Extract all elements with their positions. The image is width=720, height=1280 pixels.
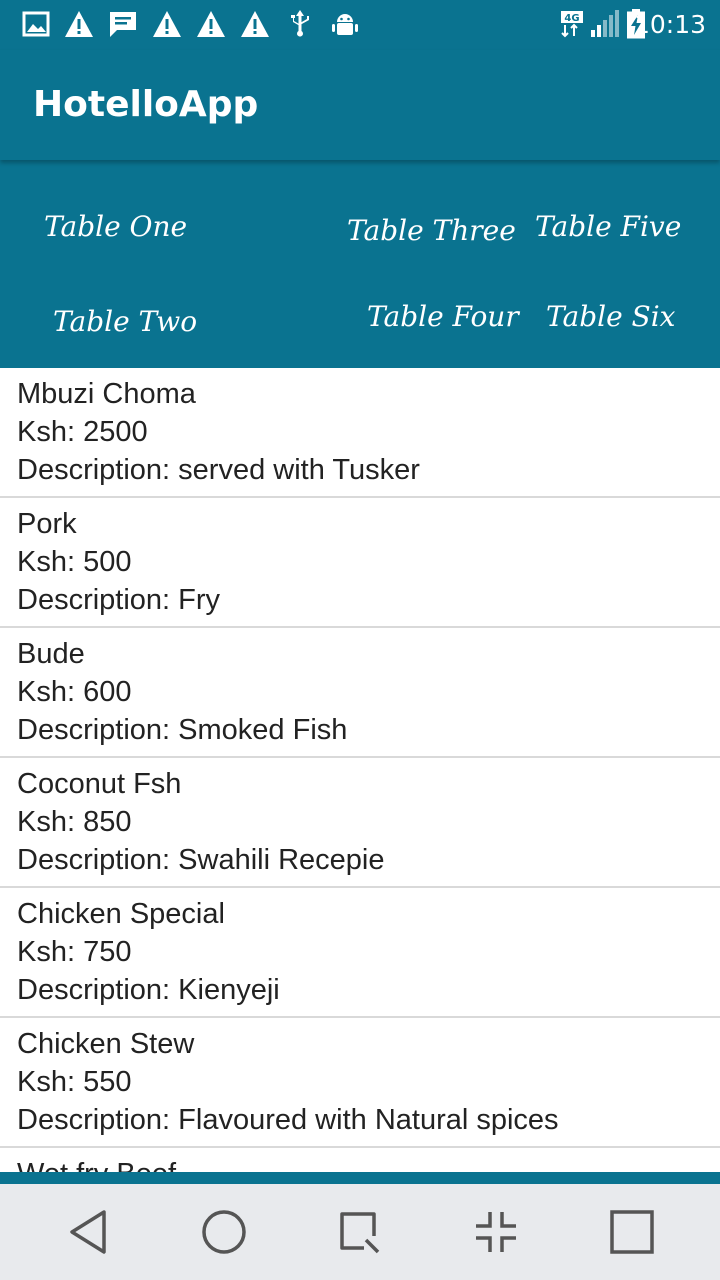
list-item[interactable]: Coconut Fsh Ksh: 850 Description: Swahil… bbox=[0, 758, 720, 888]
list-item[interactable]: Wet fry Beef bbox=[0, 1148, 720, 1172]
collapse-icon[interactable] bbox=[466, 1202, 526, 1262]
item-description: Description: Fry bbox=[17, 584, 221, 616]
image-icon bbox=[22, 10, 50, 38]
message-icon bbox=[108, 10, 138, 38]
item-price: Ksh: 850 bbox=[17, 806, 132, 838]
item-description: Description: Kienyeji bbox=[17, 974, 280, 1006]
table-selector: Table One Table Two Table Three Table Fo… bbox=[0, 160, 720, 368]
app-bar: HotelloApp bbox=[0, 50, 720, 160]
item-price: Ksh: 750 bbox=[17, 936, 132, 968]
item-description: Description: served with Tusker bbox=[17, 454, 420, 486]
list-item[interactable]: Pork Ksh: 500 Description: Fry bbox=[0, 498, 720, 628]
warning-icon bbox=[196, 10, 226, 38]
table-six-button[interactable]: Table Six bbox=[546, 300, 675, 333]
navigation-bar bbox=[0, 1184, 720, 1280]
table-three-button[interactable]: Table Three bbox=[347, 214, 516, 247]
signal-icon bbox=[590, 10, 620, 38]
warning-icon bbox=[64, 10, 94, 38]
home-icon[interactable] bbox=[194, 1202, 254, 1262]
network-4g-icon: 4G bbox=[560, 10, 586, 38]
item-price: Ksh: 2500 bbox=[17, 416, 148, 448]
item-name: Bude bbox=[17, 638, 85, 670]
item-price: Ksh: 550 bbox=[17, 1066, 132, 1098]
bottom-strip bbox=[0, 1172, 720, 1184]
svg-text:4G: 4G bbox=[564, 13, 579, 24]
item-name: Chicken Special bbox=[17, 898, 225, 930]
item-name: Wet fry Beef bbox=[17, 1155, 720, 1172]
table-five-button[interactable]: Table Five bbox=[535, 210, 681, 243]
item-name: Mbuzi Choma bbox=[17, 378, 196, 410]
back-icon[interactable] bbox=[58, 1202, 118, 1262]
status-bar: 4G 10:13 bbox=[0, 0, 720, 50]
item-description: Description: Swahili Recepie bbox=[17, 844, 385, 876]
menu-list[interactable]: Mbuzi Choma Ksh: 2500 Description: serve… bbox=[0, 368, 720, 1172]
table-four-button[interactable]: Table Four bbox=[367, 300, 519, 333]
square-icon[interactable] bbox=[602, 1202, 662, 1262]
item-price: Ksh: 500 bbox=[17, 546, 132, 578]
item-description: Description: Flavoured with Natural spic… bbox=[17, 1104, 559, 1136]
warning-icon bbox=[152, 10, 182, 38]
item-name: Coconut Fsh bbox=[17, 768, 182, 800]
table-two-button[interactable]: Table Two bbox=[53, 305, 197, 338]
list-item[interactable]: Mbuzi Choma Ksh: 2500 Description: serve… bbox=[0, 368, 720, 498]
usb-icon bbox=[288, 10, 312, 38]
warning-icon bbox=[240, 10, 270, 38]
item-price: Ksh: 600 bbox=[17, 676, 132, 708]
status-time: 10:13 bbox=[633, 10, 706, 39]
recents-icon[interactable] bbox=[328, 1202, 388, 1262]
android-debug-icon bbox=[330, 10, 360, 38]
app-title: HotelloApp bbox=[33, 84, 259, 125]
list-item[interactable]: Chicken Stew Ksh: 550 Description: Flavo… bbox=[0, 1018, 720, 1148]
list-item[interactable]: Bude Ksh: 600 Description: Smoked Fish bbox=[0, 628, 720, 758]
list-item[interactable]: Chicken Special Ksh: 750 Description: Ki… bbox=[0, 888, 720, 1018]
item-name: Chicken Stew bbox=[17, 1028, 195, 1060]
table-one-button[interactable]: Table One bbox=[44, 210, 187, 243]
item-name: Pork bbox=[17, 508, 77, 540]
item-description: Description: Smoked Fish bbox=[17, 714, 348, 746]
